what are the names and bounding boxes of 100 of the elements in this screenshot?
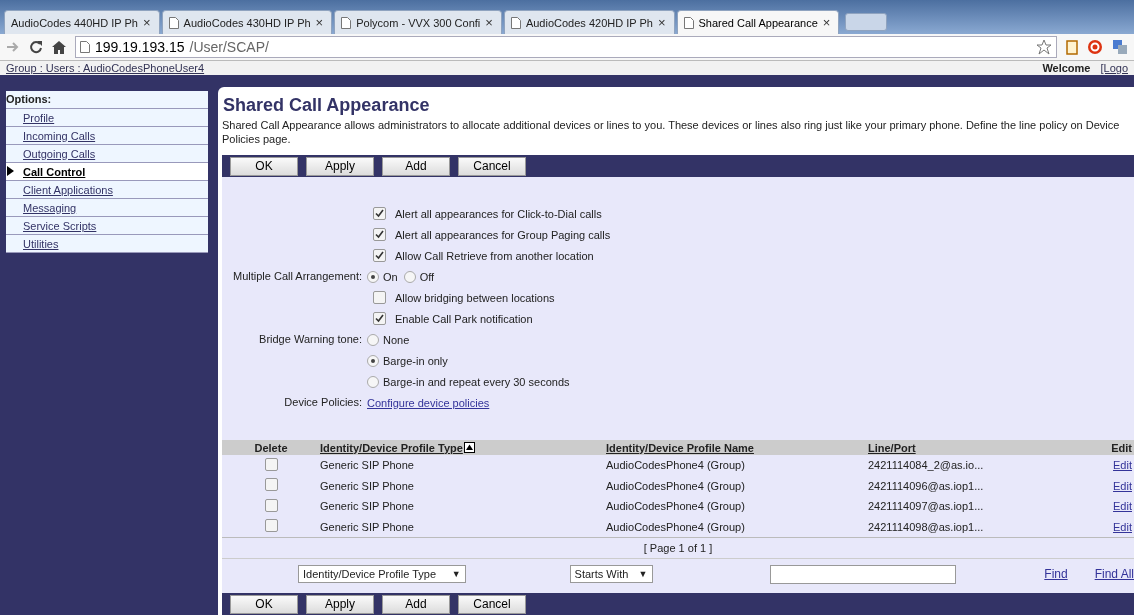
table-cell: Generic SIP Phone (320, 479, 414, 492)
radio-label: On (383, 270, 398, 283)
sidebar-item[interactable]: Incoming Calls (6, 127, 208, 145)
browser-tab[interactable]: AudioCodes 420HD IP Ph × (503, 10, 675, 34)
page-icon (80, 41, 90, 53)
table-cell: Generic SIP Phone (320, 520, 414, 533)
checkbox-label: Alert all appearances for Click-to-Dial calls (395, 207, 602, 220)
page-icon (341, 16, 352, 29)
browser-tab[interactable]: AudioCodes 440HD IP Ph × (4, 10, 160, 34)
checkbox-label: Alert all appearances for Group Paging calls (395, 228, 611, 241)
column-header: Delete (254, 441, 288, 454)
find-all-link[interactable]: Find All (1094, 567, 1134, 581)
delete-checkbox[interactable] (264, 478, 278, 492)
field-dropdown[interactable]: Identity/Device Profile Type ▼ (298, 565, 466, 583)
pointer-icon (7, 166, 14, 176)
browser-tab[interactable]: Polycom - VVX 300 Confi × (334, 10, 502, 34)
radio-button[interactable] (367, 375, 379, 388)
radio-button[interactable] (403, 270, 416, 283)
edit-link[interactable]: Edit (1113, 479, 1132, 492)
form-button[interactable]: OK (230, 156, 298, 176)
edit-link[interactable]: Edit (1113, 459, 1132, 472)
delete-checkbox[interactable] (264, 519, 278, 533)
sidebar-item[interactable]: Call Control (6, 163, 208, 181)
address-bar[interactable]: 199.19.193.15 /User/SCAP/ (75, 36, 1057, 58)
page-icon (168, 16, 179, 29)
table-cell: Generic SIP Phone (320, 500, 414, 513)
form-button[interactable]: Apply (306, 156, 374, 176)
checkbox-label: Allow bridging between locations (395, 291, 555, 304)
form-button[interactable]: Cancel (458, 594, 526, 614)
browser-tab[interactable]: AudioCodes 430HD IP Ph × (161, 10, 333, 34)
sidebar-item[interactable]: Client Applications (6, 181, 208, 199)
delete-checkbox[interactable] (264, 457, 278, 471)
sidebar-item[interactable]: Messaging (6, 199, 208, 217)
sidebar-item[interactable]: Profile (6, 109, 208, 127)
checkbox-label: Enable Call Park notification (395, 312, 533, 325)
sidebar-item[interactable]: Utilities (6, 235, 208, 253)
checkbox[interactable] (373, 291, 386, 304)
table-cell: 2421114096@as.iop1... (868, 479, 984, 492)
form-button[interactable]: Add (382, 156, 450, 176)
reload-icon[interactable] (29, 40, 43, 54)
stop-sign-icon[interactable] (1087, 39, 1103, 55)
page-icon (683, 16, 694, 29)
radio-label: Barge-in only (383, 354, 448, 367)
table-cell: AudioCodesPhone4 (Group) (606, 500, 745, 513)
search-input[interactable] (769, 564, 957, 584)
checkbox-label: Allow Call Retrieve from another location (395, 249, 594, 262)
sidebar-item[interactable]: Service Scripts (6, 217, 208, 235)
page-indicator: [ Page 1 of 1 ] (643, 542, 713, 554)
page-title: Shared Call Appearance (222, 94, 431, 117)
close-tab-button[interactable]: × (143, 15, 151, 30)
form-button[interactable]: OK (230, 594, 298, 614)
radio-button[interactable] (367, 270, 379, 283)
table-cell: AudioCodesPhone4 (Group) (606, 479, 745, 492)
page-icon (510, 16, 521, 29)
radio-label: Off (419, 270, 435, 283)
column-sort-link[interactable]: Identity/Device Profile Name (606, 441, 754, 454)
welcome-text: Welcome (1042, 62, 1091, 74)
logout-link[interactable]: [Logo (1100, 62, 1128, 74)
column-sort-link[interactable]: Line/Port (868, 441, 916, 454)
checkbox[interactable] (373, 312, 386, 325)
page-description: Shared Call Appearance allows administrators to allocate additional devices or lines to you. These devices or lines also ring just like your primary phone. Define the line policy on Device Policies page. (222, 118, 1121, 146)
delete-checkbox[interactable] (264, 498, 278, 512)
configure-link[interactable]: Configure device policies (367, 396, 490, 409)
form-button[interactable]: Apply (306, 594, 374, 614)
forward-arrow-icon[interactable] (6, 41, 20, 53)
table-cell: 2421114097@as.iop1... (868, 500, 984, 513)
browser-tab[interactable]: Shared Call Appearance × (676, 10, 840, 34)
form-button[interactable]: Add (382, 594, 450, 614)
table-cell: AudioCodesPhone4 (Group) (606, 459, 745, 472)
home-icon[interactable] (52, 40, 66, 54)
table-cell: 2421114084_2@as.io... (868, 459, 984, 472)
edit-link[interactable]: Edit (1113, 520, 1132, 533)
sort-ascending-icon[interactable] (463, 441, 475, 453)
field-label: Bridge Warning tone: (259, 333, 362, 345)
close-tab-button[interactable]: × (657, 15, 666, 30)
breadcrumb: Group : Users : AudioCodesPhoneUser4 (6, 62, 206, 74)
table-cell: AudioCodesPhone4 (Group) (606, 520, 745, 533)
close-tab-button[interactable]: × (315, 15, 324, 30)
radio-button[interactable] (367, 333, 379, 346)
radio-button[interactable] (367, 354, 379, 367)
edit-link[interactable]: Edit (1113, 500, 1132, 513)
sidebar-title: Options: (6, 91, 208, 109)
field-label: Device Policies: (284, 396, 362, 408)
form-button[interactable]: Cancel (458, 156, 526, 176)
match-dropdown[interactable]: Starts With ▼ (569, 565, 653, 583)
checkbox[interactable] (373, 228, 386, 241)
close-tab-button[interactable]: × (822, 15, 831, 30)
checkbox[interactable] (373, 207, 386, 220)
checkbox[interactable] (373, 249, 386, 262)
find-link[interactable]: Find (1044, 567, 1068, 581)
new-tab-button[interactable] (845, 13, 888, 31)
star-icon[interactable] (1036, 39, 1052, 55)
clipboard-icon[interactable] (1066, 39, 1078, 55)
table-cell: Generic SIP Phone (320, 459, 414, 472)
column-sort-link[interactable]: Identity/Device Profile Type (320, 441, 463, 454)
close-tab-button[interactable]: × (485, 15, 493, 30)
radio-label: Barge-in and repeat every 30 seconds (383, 375, 570, 388)
radio-label: None (383, 333, 410, 346)
table-cell: 2421114098@as.iop1... (868, 520, 984, 533)
translate-icon[interactable] (1112, 39, 1128, 55)
